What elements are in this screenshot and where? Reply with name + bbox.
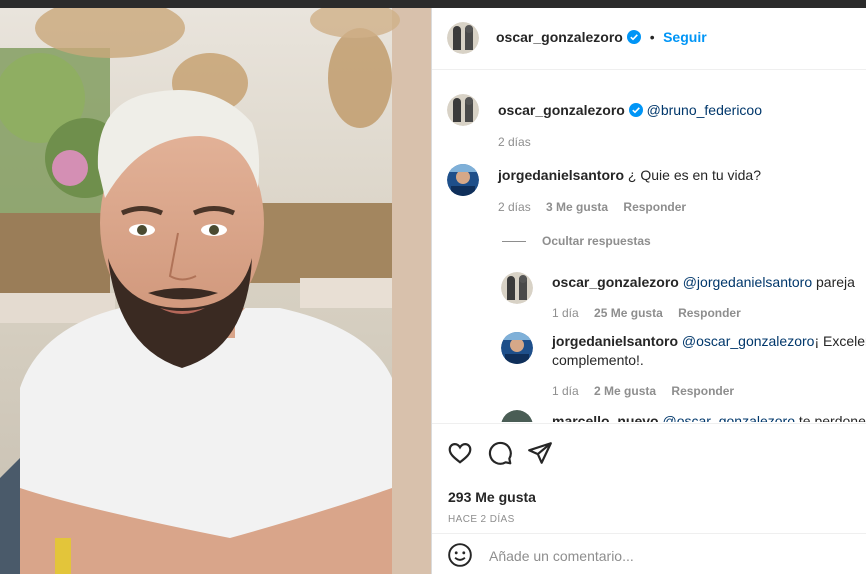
reply: jorgedanielsantoro @oscar_gonzalezoro¡ E…: [552, 332, 866, 350]
hide-replies-button[interactable]: Ocultar respuestas: [542, 234, 651, 248]
post-actions: 293 Me gusta HACE 2 DÍAS: [432, 423, 866, 534]
reply: oscar_gonzalezoro @jorgedanielsantoro pa…: [552, 273, 855, 291]
header-username[interactable]: oscar_gonzalezoro: [496, 29, 623, 45]
avatar-image: [447, 94, 479, 126]
reply-meta: 1 día 2 Me gusta Responder: [552, 384, 734, 398]
reply-button[interactable]: Responder: [678, 306, 741, 320]
comments-list[interactable]: oscar_gonzalezoro @bruno_federicoo 2 día…: [432, 70, 866, 422]
comment-icon[interactable]: [487, 440, 513, 471]
share-icon[interactable]: [527, 440, 553, 471]
avatar[interactable]: [447, 22, 479, 54]
reply-button[interactable]: Responder: [671, 384, 734, 398]
avatar[interactable]: [501, 410, 533, 422]
post-details-panel: oscar_gonzalezoro • Seguir oscar_gonzale…: [431, 8, 866, 574]
reply-username[interactable]: jorgedanielsantoro: [552, 333, 678, 349]
caption: oscar_gonzalezoro @bruno_federicoo: [498, 101, 762, 119]
hide-replies-line: [502, 241, 526, 242]
follow-button[interactable]: Seguir: [663, 29, 707, 45]
caption-username[interactable]: oscar_gonzalezoro: [498, 102, 625, 118]
reply-text: pareja: [816, 274, 855, 290]
reply-meta: 1 día 25 Me gusta Responder: [552, 306, 741, 320]
comment-composer: [432, 533, 866, 575]
reply-mention[interactable]: @jorgedanielsantoro: [683, 274, 812, 290]
reply-likes[interactable]: 25 Me gusta: [594, 306, 663, 320]
heart-icon[interactable]: [447, 440, 473, 471]
caption-text[interactable]: @bruno_federicoo: [647, 102, 762, 118]
reply-button[interactable]: Responder: [623, 200, 686, 214]
header-separator: •: [649, 29, 655, 45]
comment-meta: 2 días 3 Me gusta Responder: [498, 200, 686, 214]
reply-text-continued: complemento!.: [552, 352, 644, 368]
reply-time: 1 día: [552, 384, 579, 398]
avatar[interactable]: [501, 332, 533, 364]
reply-text: te perdone: [798, 413, 866, 422]
reply-text: ¡ Excelente: [814, 333, 866, 349]
avatar[interactable]: [501, 272, 533, 304]
browser-top-bar: [0, 0, 866, 8]
comment-username[interactable]: jorgedanielsantoro: [498, 167, 624, 183]
reply-likes[interactable]: 2 Me gusta: [594, 384, 656, 398]
reply-username[interactable]: oscar_gonzalezoro: [552, 274, 679, 290]
avatar-image: [447, 164, 479, 196]
comment-text: ¿ Quie es en tu vida?: [627, 167, 761, 183]
reply-time: 1 día: [552, 306, 579, 320]
caption-meta: 2 días: [498, 135, 543, 149]
comment-time: 2 días: [498, 200, 531, 214]
reply-mention[interactable]: @oscar_gonzalezoro: [663, 413, 796, 422]
reply: marcello_nuevo @oscar_gonzalezoro te per…: [552, 412, 866, 422]
avatar[interactable]: [447, 94, 479, 126]
avatar-image: [501, 272, 533, 304]
avatar-image: [501, 332, 533, 364]
post-photo: [0, 8, 431, 574]
likes-count[interactable]: 293 Me gusta: [448, 489, 536, 505]
avatar-image: [501, 410, 533, 422]
avatar-image: [447, 22, 479, 54]
emoji-icon[interactable]: [447, 542, 473, 573]
comment: jorgedanielsantoro ¿ Quie es en tu vida?: [498, 166, 761, 184]
caption-time: 2 días: [498, 135, 531, 149]
avatar[interactable]: [447, 164, 479, 196]
comment-likes[interactable]: 3 Me gusta: [546, 200, 608, 214]
post-photo-image: [0, 8, 431, 574]
reply-username[interactable]: marcello_nuevo: [552, 413, 659, 422]
verified-badge-icon: [628, 103, 643, 117]
comment-input[interactable]: [487, 544, 861, 568]
reply-mention[interactable]: @oscar_gonzalezoro: [682, 333, 815, 349]
verified-badge-icon: [627, 30, 642, 44]
post-date: HACE 2 DÍAS: [448, 514, 515, 525]
post-header: oscar_gonzalezoro • Seguir: [432, 8, 866, 70]
header-user-line: oscar_gonzalezoro • Seguir: [496, 29, 707, 47]
